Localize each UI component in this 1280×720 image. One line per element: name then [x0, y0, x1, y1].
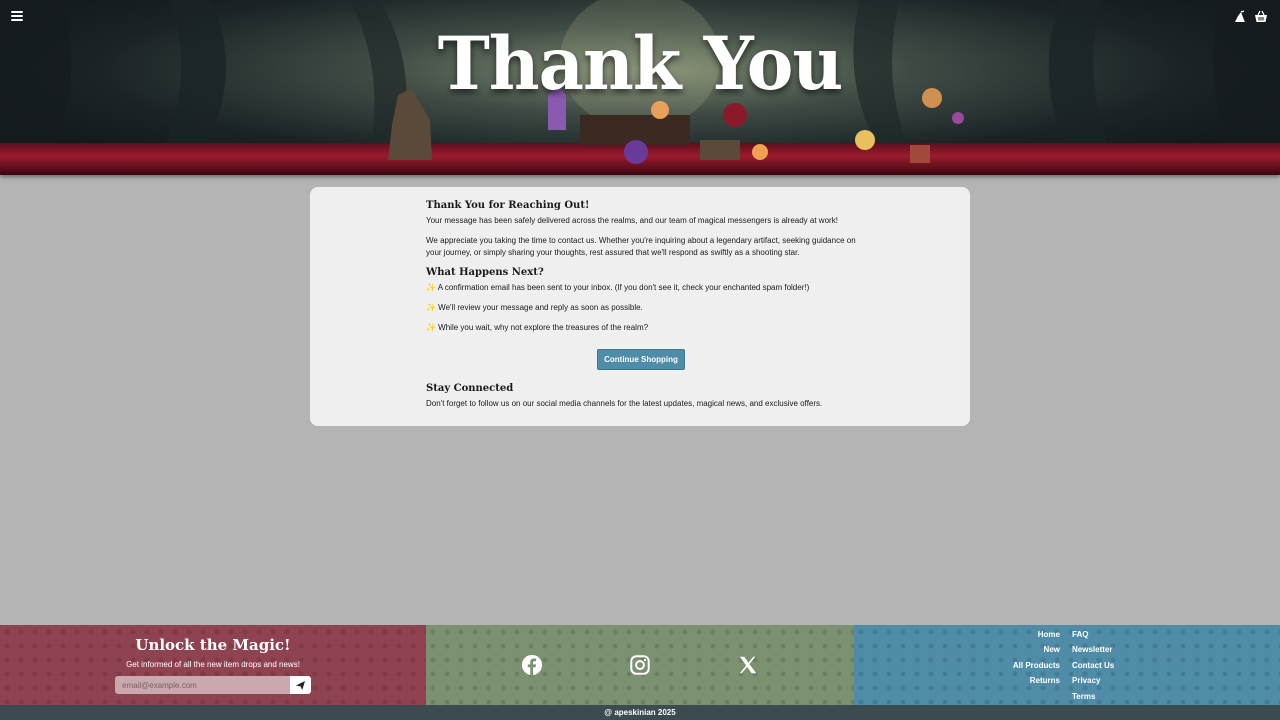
send-icon [296, 681, 305, 690]
newsletter-title: Unlock the Magic! [135, 636, 291, 654]
x-icon[interactable] [737, 654, 759, 676]
subscribe-button[interactable] [290, 676, 311, 694]
page-title: Thank You [437, 19, 844, 108]
footer-link-newsletter[interactable]: Newsletter [1072, 645, 1114, 660]
newsletter-subtitle: Get informed of all the new item drops a… [126, 660, 300, 669]
footer-link-faq[interactable]: FAQ [1072, 630, 1114, 645]
basket-icon[interactable] [1254, 10, 1268, 24]
email-field[interactable] [115, 676, 291, 694]
next-steps-heading: What Happens Next? [426, 267, 544, 278]
list-item: ✨ We'll review your message and reply as… [426, 303, 643, 312]
footer-link-returns[interactable]: Returns [1013, 676, 1060, 691]
social-section [426, 625, 854, 705]
footer-link-privacy[interactable]: Privacy [1072, 676, 1114, 691]
facebook-icon[interactable] [521, 654, 543, 676]
wizard-hat-icon[interactable] [1233, 10, 1247, 24]
newsletter-section: Unlock the Magic! Get informed of all th… [0, 625, 426, 705]
stay-connected-text: Don't forget to follow us on our social … [426, 399, 823, 408]
instagram-icon[interactable] [629, 654, 651, 676]
message-paragraph-2: We appreciate you taking the time to con… [426, 236, 856, 257]
footer: Unlock the Magic! Get informed of all th… [0, 625, 1280, 705]
links-section: Home New All Products Returns FAQ Newsle… [854, 625, 1280, 705]
footer-links-right: FAQ Newsletter Contact Us Privacy Terms [1072, 630, 1114, 707]
footer-link-contact-us[interactable]: Contact Us [1072, 661, 1114, 676]
hero-banner: Thank You [0, 0, 1280, 175]
card-heading: Thank You for Reaching Out! [426, 200, 590, 211]
stay-connected-heading: Stay Connected [426, 383, 514, 394]
footer-link-home[interactable]: Home [1013, 630, 1060, 645]
footer-link-all-products[interactable]: All Products [1013, 661, 1060, 676]
continue-shopping-button[interactable]: Continue Shopping [597, 349, 685, 370]
footer-links-left: Home New All Products Returns [1013, 630, 1060, 692]
menu-icon[interactable] [11, 11, 23, 23]
thank-you-card: Thank You for Reaching Out! Your message… [310, 187, 970, 426]
list-item: ✨ A confirmation email has been sent to … [426, 283, 810, 292]
copyright: @ apeskinian 2025 [0, 705, 1280, 720]
message-paragraph-1: Your message has been safely delivered a… [426, 216, 838, 225]
list-item: ✨ While you wait, why not explore the tr… [426, 323, 649, 332]
footer-link-new[interactable]: New [1013, 645, 1060, 660]
